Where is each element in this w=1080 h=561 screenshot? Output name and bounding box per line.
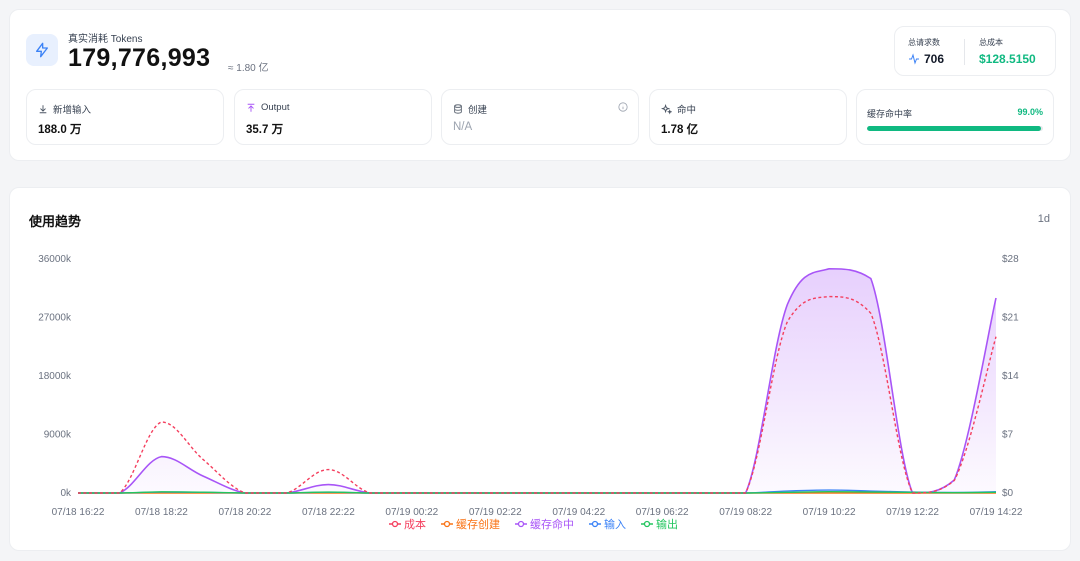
legend-label-4[interactable]: 输出 bbox=[656, 517, 678, 531]
requests-value-row: 706 bbox=[908, 52, 944, 66]
y-left-tick-label: 27000k bbox=[38, 313, 72, 324]
cache-hit-value: 99.0% bbox=[1017, 107, 1043, 117]
cache-hit-progress-track bbox=[867, 126, 1043, 131]
cost-value: $128.5150 bbox=[979, 52, 1036, 66]
sparkle-icon bbox=[661, 103, 672, 115]
bolt-icon bbox=[36, 42, 48, 58]
metric-card-output: Output 35.7 万 bbox=[234, 89, 432, 145]
legend-label-2[interactable]: 缓存命中 bbox=[530, 517, 574, 531]
info-icon[interactable] bbox=[618, 102, 628, 112]
legend-label-1[interactable]: 缓存创建 bbox=[456, 517, 500, 531]
summary-divider bbox=[964, 39, 965, 65]
y-right-tick-label: $21 bbox=[1002, 313, 1019, 324]
tokens-approx: ≈ 1.80 亿 bbox=[228, 63, 269, 74]
download-icon bbox=[39, 105, 47, 114]
legend-marker-dot-1 bbox=[443, 520, 451, 528]
y-right-tick-label: $28 bbox=[1002, 254, 1019, 265]
metric-output-label: Output bbox=[261, 102, 290, 113]
metric-hit-label-row: 命中 bbox=[661, 102, 696, 116]
y-right-tick-label: $0 bbox=[1002, 488, 1014, 499]
metric-hit-value: 1.78 亿 bbox=[661, 124, 699, 136]
y-left-tick-label: 0k bbox=[60, 488, 72, 499]
metric-card-input: 新增输入 188.0 万 bbox=[26, 89, 224, 145]
metric-input-label: 新增输入 bbox=[53, 105, 92, 116]
tokens-label: 真实消耗 Tokens bbox=[68, 34, 143, 45]
cache-hit-progress-fill bbox=[867, 126, 1042, 131]
metric-create-value: N/A bbox=[453, 121, 473, 133]
x-tick-label: 07/18 22:22 bbox=[302, 507, 355, 518]
metric-card-hit: 命中 1.78 亿 bbox=[649, 89, 847, 145]
legend-label-0[interactable]: 成本 bbox=[404, 517, 426, 531]
requests-value: 706 bbox=[924, 52, 945, 66]
metric-hit-label: 命中 bbox=[677, 105, 697, 116]
legend-marker-dot-2 bbox=[517, 520, 525, 528]
upload-icon bbox=[247, 103, 255, 112]
cache-hit-rate-card: 缓存命中率 99.0% bbox=[856, 89, 1054, 145]
requests-label: 总请求数 bbox=[908, 38, 940, 47]
activity-icon bbox=[909, 53, 919, 65]
cost-label: 总成本 bbox=[979, 38, 1003, 47]
metric-input-label-row: 新增输入 bbox=[38, 102, 91, 116]
tokens-value: 179,776,993 bbox=[68, 44, 211, 72]
cache-hit-label: 缓存命中率 bbox=[867, 109, 913, 119]
database-icon bbox=[454, 104, 462, 114]
metric-card-create: 创建 N/A bbox=[441, 89, 639, 145]
x-tick-label: 07/19 02:22 bbox=[469, 507, 522, 518]
y-left-tick-label: 36000k bbox=[38, 254, 72, 265]
legend-label-3[interactable]: 输入 bbox=[604, 517, 626, 531]
x-tick-label: 07/19 00:22 bbox=[385, 507, 438, 518]
bolt-icon-box bbox=[26, 34, 58, 66]
x-tick-label: 07/19 06:22 bbox=[636, 507, 689, 518]
metric-output-label-row: Output bbox=[246, 102, 290, 113]
legend-marker-dot-4 bbox=[643, 520, 651, 528]
usage-trend-chart: 0k 9000k 18000k 27000k 36000k $0 $7 $14 $21 $28 07… bbox=[38, 254, 1023, 531]
legend-marker-dot-0 bbox=[391, 520, 399, 528]
metric-output-value: 35.7 万 bbox=[246, 124, 284, 136]
y-right-tick-label: $7 bbox=[1002, 430, 1014, 441]
y-left-tick-label: 18000k bbox=[38, 371, 72, 382]
x-tick-label: 07/18 16:22 bbox=[52, 507, 105, 518]
y-left-tick-label: 9000k bbox=[44, 430, 72, 441]
x-tick-label: 07/18 18:22 bbox=[135, 507, 188, 518]
metric-create-label-row: 创建 bbox=[453, 102, 487, 116]
summary-box: 总请求数 706 总成本 $128.5150 bbox=[894, 26, 1056, 76]
metric-input-value: 188.0 万 bbox=[38, 124, 82, 136]
x-tick-label: 07/19 08:22 bbox=[719, 507, 772, 518]
x-tick-label: 07/19 04:22 bbox=[552, 507, 605, 518]
y-right-tick-label: $14 bbox=[1002, 371, 1019, 382]
requests-stat: 总请求数 706 bbox=[908, 37, 944, 66]
x-tick-label: 07/19 10:22 bbox=[803, 507, 856, 518]
legend-marker-dot-3 bbox=[591, 520, 599, 528]
cost-stat: 总成本 $128.5150 bbox=[979, 37, 1036, 66]
x-tick-label: 07/18 20:22 bbox=[218, 507, 271, 518]
metric-create-label: 创建 bbox=[468, 105, 488, 116]
x-tick-label: 07/19 14:22 bbox=[970, 507, 1023, 518]
token-overview-card: 真实消耗 Tokens 179,776,993 ≈ 1.80 亿 总请求数 70… bbox=[9, 9, 1071, 161]
x-tick-label: 07/19 12:22 bbox=[886, 507, 939, 518]
usage-trend-card: 使用趋势 1d 0k 9000k 18000k 27000k 36000k $0 $7 $14… bbox=[9, 187, 1071, 551]
